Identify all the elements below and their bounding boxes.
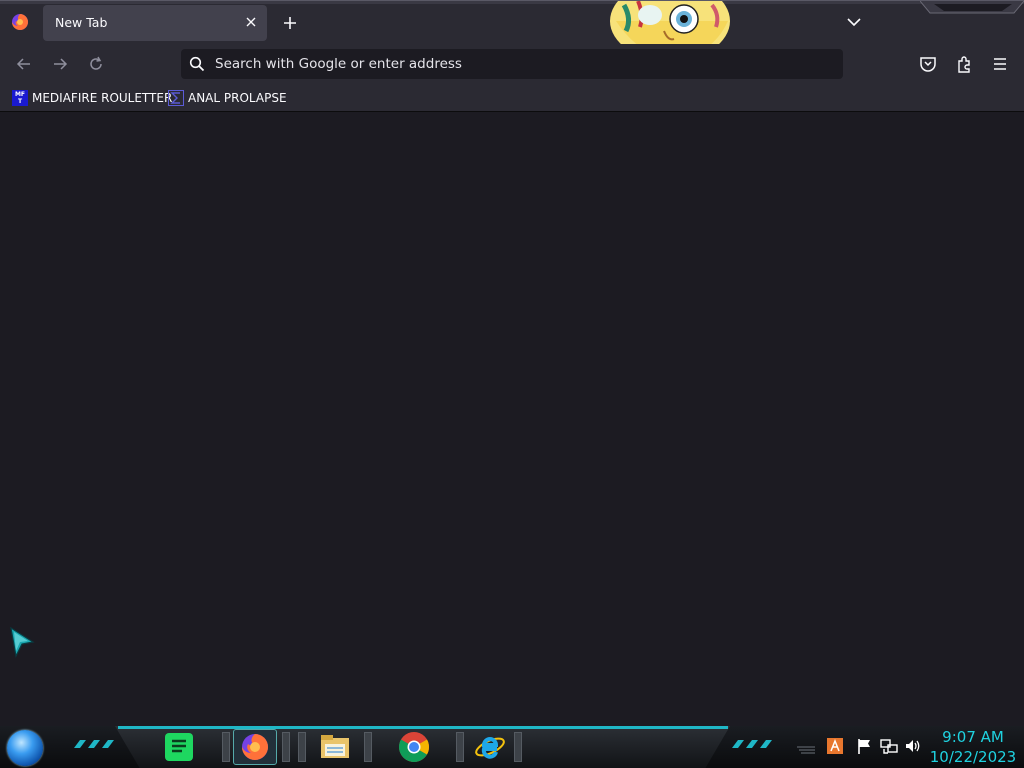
new-tab-page <box>0 112 1024 726</box>
chrome-icon <box>399 732 430 763</box>
search-icon <box>189 56 205 72</box>
forward-icon[interactable] <box>50 54 70 74</box>
close-icon[interactable] <box>243 14 259 30</box>
taskbar-separator <box>364 732 372 762</box>
bookmark-mediafire-rouletter[interactable]: MF T MEDIAFIRE ROULETTER <box>12 89 172 107</box>
pocket-icon[interactable] <box>918 54 938 74</box>
bookmark-label: MEDIAFIRE ROULETTER <box>32 91 173 105</box>
mediafire-icon: MF T <box>12 90 28 106</box>
spotify-icon <box>165 733 193 761</box>
navigation-toolbar: Search with Google or enter address <box>0 44 1024 84</box>
bookmarks-toolbar: MF T MEDIAFIRE ROULETTER ANAL PROLAPSE <box>0 84 1024 112</box>
start-button[interactable] <box>7 730 43 766</box>
network-icon[interactable] <box>880 737 898 755</box>
bookmark-anal-prolapse[interactable]: ANAL PROLAPSE <box>168 89 287 107</box>
flag-icon[interactable] <box>856 737 874 755</box>
mouse-cursor-icon <box>10 626 35 658</box>
clock-time: 9:07 AM <box>942 728 1004 746</box>
theme-corner-decoration <box>920 1 1024 14</box>
extensions-icon[interactable] <box>954 54 974 74</box>
taskbar-firefox[interactable] <box>233 729 277 765</box>
tabstrip-accent <box>0 1 1024 4</box>
bookmark-label: ANAL PROLAPSE <box>188 91 287 105</box>
language-icon[interactable] <box>826 737 844 755</box>
taskbar-separator <box>282 732 290 762</box>
sigma-bookmark-icon <box>168 90 184 106</box>
taskbar-clock[interactable]: 9:07 AM 10/22/2023 <box>928 726 1018 768</box>
taskbar-file-explorer[interactable] <box>313 729 357 765</box>
clock-date: 10/22/2023 <box>929 748 1017 766</box>
taskbar-separator <box>456 732 464 762</box>
file-explorer-icon <box>321 735 349 758</box>
reload-icon[interactable] <box>86 54 106 74</box>
firefox-icon <box>242 734 268 760</box>
back-icon[interactable] <box>14 54 34 74</box>
volume-icon[interactable] <box>904 737 922 755</box>
taskbar-internet-explorer[interactable] <box>468 729 512 765</box>
menu-icon[interactable] <box>990 54 1010 74</box>
taskbar-separator <box>298 732 306 762</box>
new-tab-plus-icon[interactable] <box>280 13 300 33</box>
show-desktop-stripes-icon[interactable] <box>795 737 817 755</box>
taskbar-chrome[interactable] <box>392 729 436 765</box>
address-bar[interactable]: Search with Google or enter address <box>181 49 843 79</box>
address-bar-placeholder: Search with Google or enter address <box>215 56 462 72</box>
tab-strip: New Tab <box>0 0 1024 61</box>
internet-explorer-icon <box>475 737 505 759</box>
chevron-down-icon[interactable] <box>845 13 863 31</box>
chevron-decoration-left <box>74 740 114 748</box>
taskbar-spotify[interactable] <box>157 729 201 765</box>
taskbar-separator <box>514 732 522 762</box>
taskbar-separator <box>222 732 230 762</box>
chevron-decoration-right <box>732 740 772 748</box>
firefox-icon[interactable] <box>11 13 29 31</box>
tab-title: New Tab <box>55 15 108 30</box>
tab-new-tab[interactable]: New Tab <box>43 5 267 41</box>
